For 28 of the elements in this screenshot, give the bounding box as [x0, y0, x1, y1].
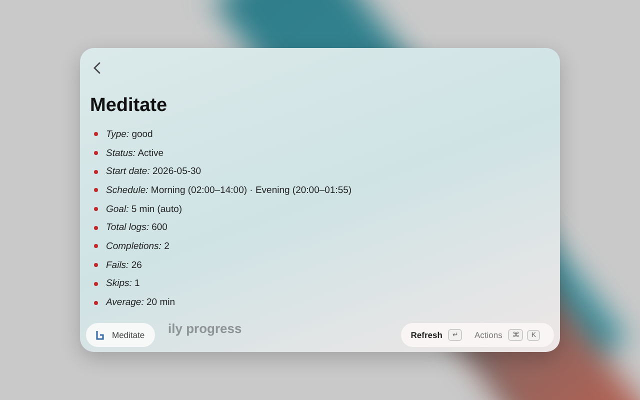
- bullet-icon: [94, 151, 98, 156]
- chevron-left-icon: [93, 62, 101, 74]
- chip-label: Meditate: [112, 330, 145, 340]
- detail-text: Type: good: [106, 128, 153, 140]
- detail-text: Start date: 2026-05-30: [106, 166, 202, 178]
- detail-text: Status: Active: [106, 148, 164, 159]
- app-chip[interactable]: Meditate: [86, 323, 155, 347]
- detail-text: Goal: 5 min (auto): [106, 204, 182, 215]
- detail-text: Fails: 26: [106, 260, 142, 271]
- bullet-icon: [94, 170, 98, 174]
- bullet-icon: [94, 244, 98, 248]
- detail-text: Skips: 1: [106, 278, 140, 290]
- actions-button[interactable]: Actions: [472, 330, 504, 340]
- bullet-icon: [94, 282, 98, 286]
- detail-text: Total logs: 600: [106, 222, 168, 234]
- refresh-button[interactable]: Refresh: [408, 330, 444, 340]
- bullet-icon: [94, 132, 98, 136]
- section-heading: ily progress: [168, 320, 242, 336]
- detail-text: Average: 20 min: [106, 297, 176, 308]
- bullet-icon: [94, 300, 98, 305]
- bullet-icon: [94, 188, 98, 192]
- page-title: Meditate: [90, 95, 168, 117]
- bullet-icon: [94, 263, 98, 268]
- bullet-icon: [94, 226, 98, 230]
- detail-text: Completions: 2: [106, 240, 170, 252]
- bullet-icon: [94, 207, 98, 212]
- app-icon: [96, 330, 104, 340]
- detail-text: Schedule: Morning (02:00–14:00) · Evening (20:00–01:55): [106, 184, 352, 196]
